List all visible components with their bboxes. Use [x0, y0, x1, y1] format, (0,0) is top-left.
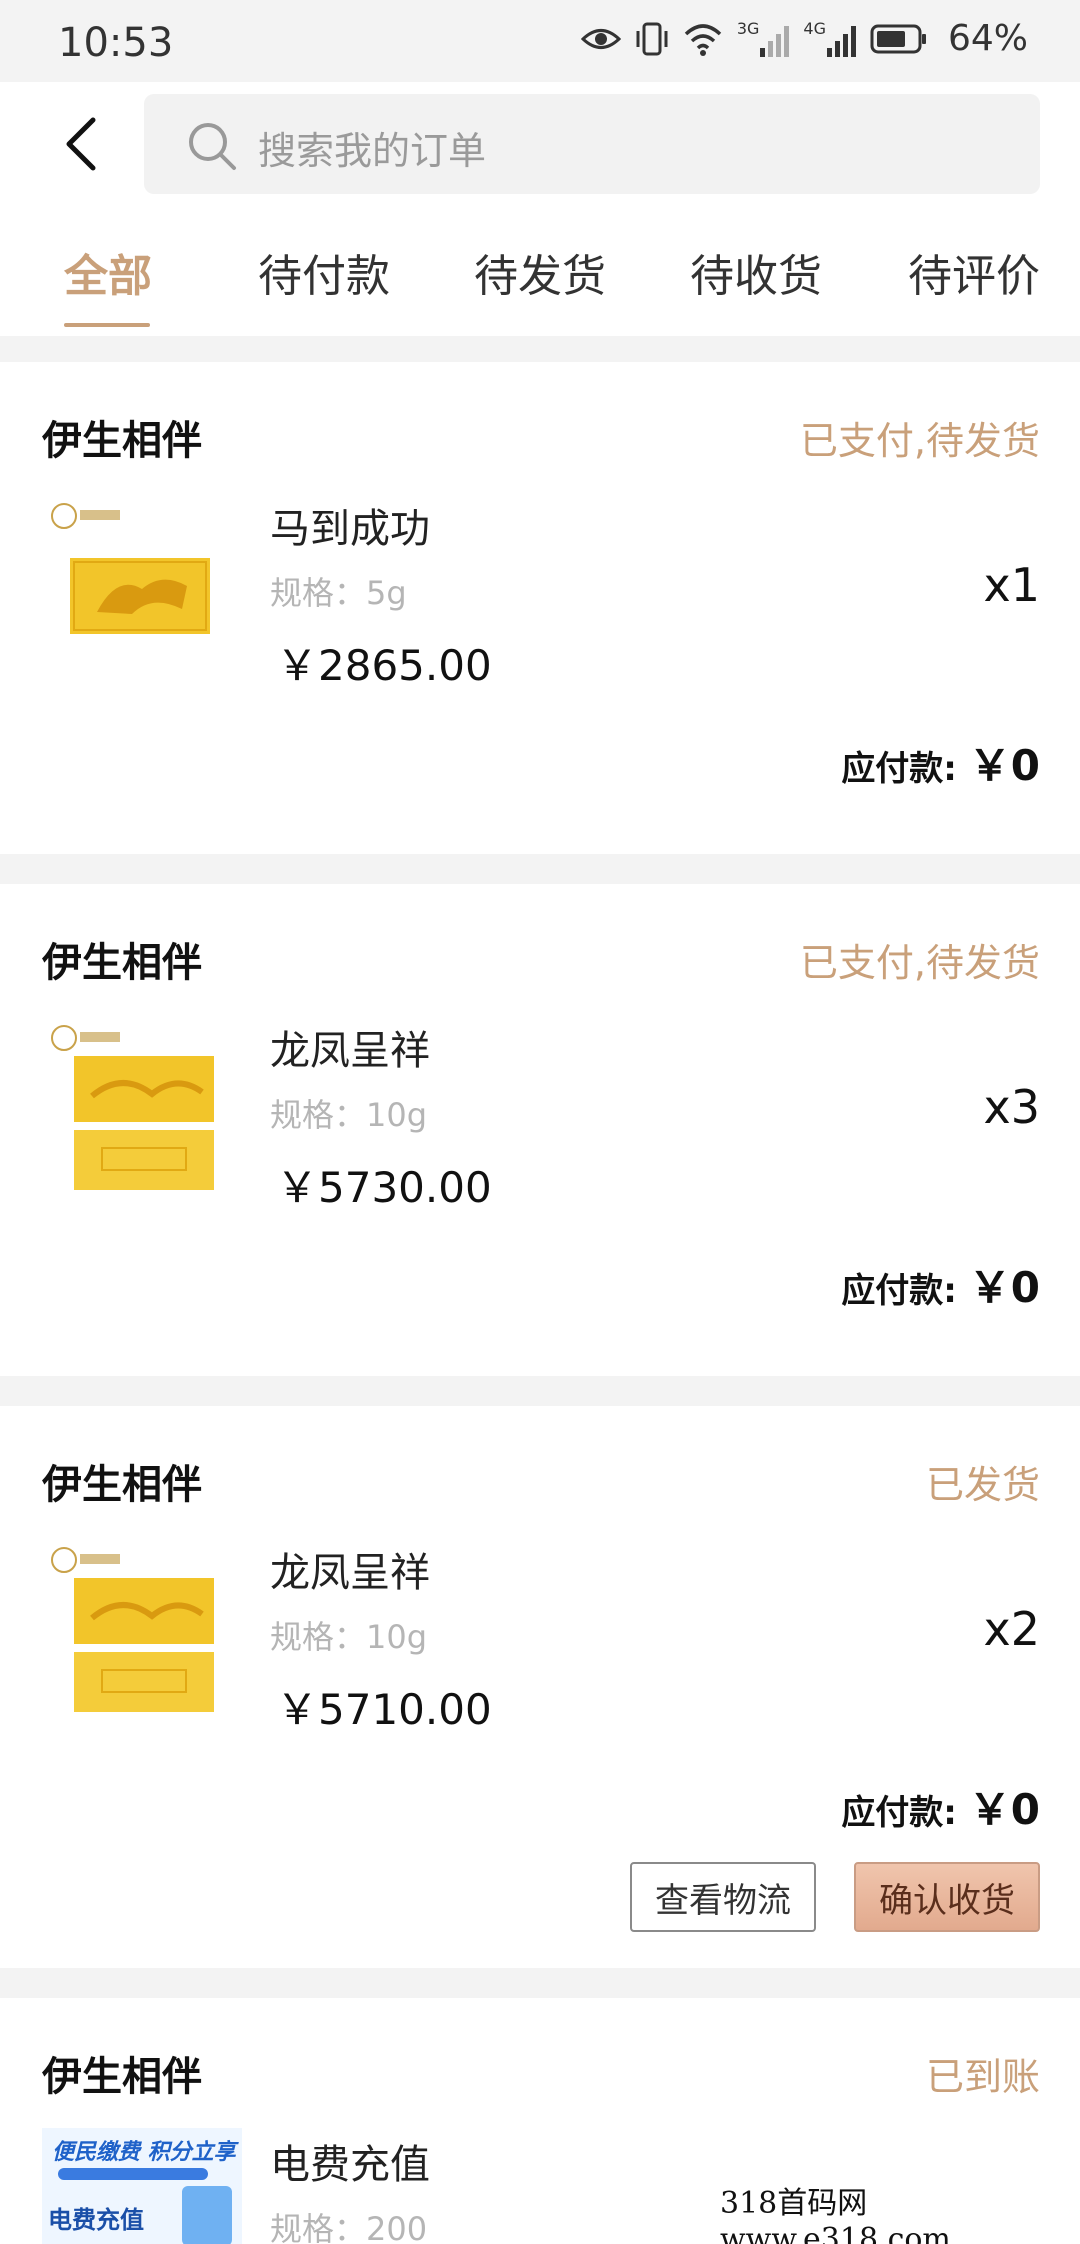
product-image[interactable]: 便民缴费 积分立享 电费充值 — [42, 2128, 242, 2244]
payable-label: 应付款: — [841, 1793, 957, 1833]
order-status: 已支付,待发货 — [799, 941, 1040, 985]
product-price: ￥2865.00 — [276, 641, 492, 690]
order-tabs: 全部 待付款 待发货 待收货 待评价 — [0, 200, 1080, 336]
thumb-title-text: 电费充值 — [48, 2206, 144, 2234]
tab-pending-receipt[interactable]: 待收货 — [690, 240, 822, 304]
product-price: ￥5730.00 — [276, 1163, 492, 1212]
tab-pending-payment[interactable]: 待付款 — [258, 240, 390, 304]
thumb-banner-bar — [58, 2168, 208, 2180]
order-status: 已发货 — [925, 1463, 1040, 1507]
payable-row: 应付款: ￥0 — [841, 732, 1040, 793]
product-spec: 规格：10g — [270, 1618, 428, 1656]
payable-amount: ￥0 — [968, 1263, 1040, 1312]
battery-icon — [870, 24, 926, 53]
product-spec: 规格：200 — [270, 2210, 428, 2244]
eye-icon — [580, 28, 621, 49]
product-spec: 规格：5g — [270, 574, 407, 612]
payable-amount: ￥0 — [968, 1785, 1040, 1834]
signal-icon — [760, 26, 790, 57]
shop-name: 伊生相伴 — [42, 2054, 202, 2100]
order-status: 已到账 — [925, 2055, 1040, 2099]
search-input[interactable]: 搜索我的订单 — [144, 94, 1040, 194]
payable-row: 应付款: ￥0 — [841, 1254, 1040, 1315]
status-bar: 10:53 3G 4G 64% — [0, 0, 1080, 82]
thumb-banner-text: 便民缴费 积分立享 — [52, 2140, 236, 2165]
product-name[interactable]: 电费充值 — [270, 2132, 430, 2190]
shop-name: 伊生相伴 — [42, 940, 202, 986]
status-icons: 3G 4G 64% — [580, 18, 1028, 59]
order-card[interactable]: 伊生相伴 已支付,待发货 龙凤呈祥 规格：10g ￥5730.00 x3 应付款… — [0, 884, 1080, 1376]
tab-all[interactable]: 全部 — [64, 240, 152, 304]
header: 搜索我的订单 — [0, 82, 1080, 200]
payable-label: 应付款: — [841, 749, 957, 789]
back-button[interactable] — [54, 114, 108, 174]
active-tab-indicator — [64, 323, 150, 327]
product-image[interactable] — [42, 1538, 252, 1714]
shop-name: 伊生相伴 — [42, 418, 202, 464]
signal-icon — [826, 26, 856, 57]
confirm-receipt-button[interactable]: 确认收货 — [854, 1862, 1040, 1932]
order-status: 已支付,待发货 — [799, 419, 1040, 463]
product-name[interactable]: 龙凤呈祥 — [270, 1018, 430, 1076]
tab-pending-review[interactable]: 待评价 — [908, 240, 1040, 304]
payable-amount: ￥0 — [968, 741, 1040, 790]
payable-label: 应付款: — [841, 1271, 957, 1311]
tab-pending-shipment[interactable]: 待发货 — [474, 240, 606, 304]
search-icon — [189, 123, 236, 170]
product-spec: 规格：10g — [270, 1096, 428, 1134]
product-name[interactable]: 龙凤呈祥 — [270, 1540, 430, 1598]
watermark: 318首码网 www.e318.com — [720, 2186, 1080, 2244]
signal-2: 4G — [803, 19, 856, 58]
shop-name: 伊生相伴 — [42, 1462, 202, 1508]
order-card[interactable]: 伊生相伴 已发货 龙凤呈祥 规格：10g ￥5710.00 x2 应付款: ￥0… — [0, 1406, 1080, 1968]
vibrate-icon — [636, 22, 668, 55]
product-quantity: x3 — [983, 1080, 1041, 1134]
product-quantity: x1 — [983, 558, 1041, 612]
product-image[interactable] — [42, 494, 252, 670]
product-quantity: x2 — [983, 1602, 1041, 1656]
signal-1: 3G — [737, 19, 790, 58]
network-type-2: 4G — [803, 19, 826, 38]
search-placeholder: 搜索我的订单 — [258, 129, 487, 173]
product-name[interactable]: 马到成功 — [270, 496, 430, 554]
product-price: ￥5710.00 — [276, 1685, 492, 1734]
order-card[interactable]: 伊生相伴 已支付,待发货 马到成功 规格：5g ￥2865.00 x1 应付款:… — [0, 362, 1080, 854]
network-type-1: 3G — [736, 19, 760, 38]
view-logistics-button[interactable]: 查看物流 — [630, 1862, 816, 1932]
payable-row: 应付款: ￥0 — [841, 1776, 1040, 1837]
status-time: 10:53 — [58, 20, 174, 66]
chevron-left-icon — [66, 117, 96, 171]
battery-percent: 64% — [947, 18, 1028, 59]
wifi-icon — [684, 23, 722, 56]
phone-illustration — [182, 2186, 232, 2244]
product-image[interactable] — [42, 1016, 252, 1192]
